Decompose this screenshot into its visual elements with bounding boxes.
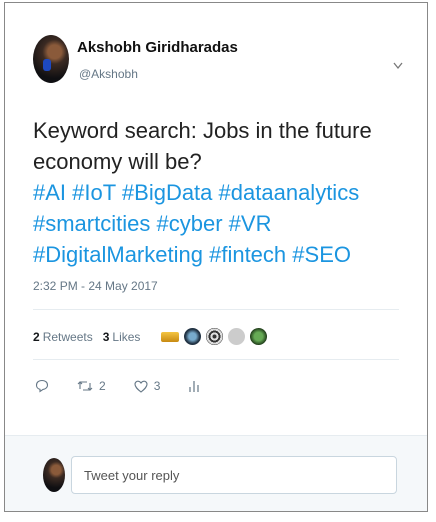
hashtag-link[interactable]: #cyber	[156, 211, 222, 236]
likes-count: 3	[102, 329, 110, 344]
tweet-body: Keyword search: Jobs in the future econo…	[33, 118, 372, 174]
chevron-down-icon[interactable]	[393, 57, 403, 73]
retweet-icon	[77, 381, 93, 391]
tweet-card: Akshobh Giridharadas @Akshobh Keyword se…	[4, 2, 428, 512]
tweet-timestamp[interactable]: 2:32 PM - 24 May 2017	[33, 279, 158, 293]
retweet-count: 2	[99, 379, 106, 393]
reply-bar	[5, 435, 427, 511]
hashtag-link[interactable]: #DigitalMarketing	[33, 242, 203, 267]
author-handle[interactable]: @Akshobh	[79, 67, 138, 81]
likes-stat[interactable]: 3 Likes	[103, 330, 141, 344]
like-button[interactable]: 3	[134, 379, 161, 393]
heart-icon	[134, 380, 148, 393]
liker-avatar[interactable]	[205, 327, 225, 346]
hashtag-link[interactable]: #AI	[33, 180, 66, 205]
divider	[33, 309, 399, 310]
author-avatar[interactable]	[33, 35, 69, 83]
tweet-header: Akshobh Giridharadas @Akshobh	[33, 33, 407, 93]
likes-label: Likes	[112, 329, 141, 344]
liker-avatar[interactable]	[227, 327, 247, 346]
hashtag-link[interactable]: #SEO	[292, 242, 351, 267]
liker-avatar[interactable]	[183, 327, 203, 346]
analytics-icon	[189, 381, 199, 392]
reply-input[interactable]	[71, 456, 397, 494]
hashtag-link[interactable]: #smartcities	[33, 211, 150, 236]
tweet-actions: 2 3	[35, 379, 228, 393]
hashtag-link[interactable]: #IoT	[72, 180, 116, 205]
hashtag-link[interactable]: #BigData	[122, 180, 213, 205]
hashtag-link[interactable]: #fintech	[209, 242, 286, 267]
tweet-stats: 2 Retweets 3 Likes	[33, 327, 271, 346]
retweet-button[interactable]: 2	[77, 379, 106, 393]
author-name[interactable]: Akshobh Giridharadas	[77, 39, 238, 56]
tweet-text: Keyword search: Jobs in the future econo…	[33, 115, 413, 270]
hashtag-link[interactable]: #dataanalytics	[219, 180, 360, 205]
divider	[33, 359, 399, 360]
liker-avatar[interactable]	[249, 327, 269, 346]
retweets-count: 2	[33, 329, 40, 344]
like-count: 3	[153, 379, 161, 393]
user-avatar	[43, 458, 65, 492]
reply-button[interactable]	[35, 379, 49, 393]
analytics-button[interactable]	[188, 379, 200, 393]
retweets-stat[interactable]: 2 Retweets	[33, 330, 93, 344]
hashtag-list: #AI #IoT #BigData #dataanalytics #smartc…	[33, 180, 359, 267]
hashtag-link[interactable]: #VR	[229, 211, 272, 236]
liker-avatar[interactable]	[160, 330, 181, 343]
liker-avatars	[160, 327, 271, 346]
retweets-label: Retweets	[42, 329, 93, 344]
reply-icon	[35, 379, 49, 393]
